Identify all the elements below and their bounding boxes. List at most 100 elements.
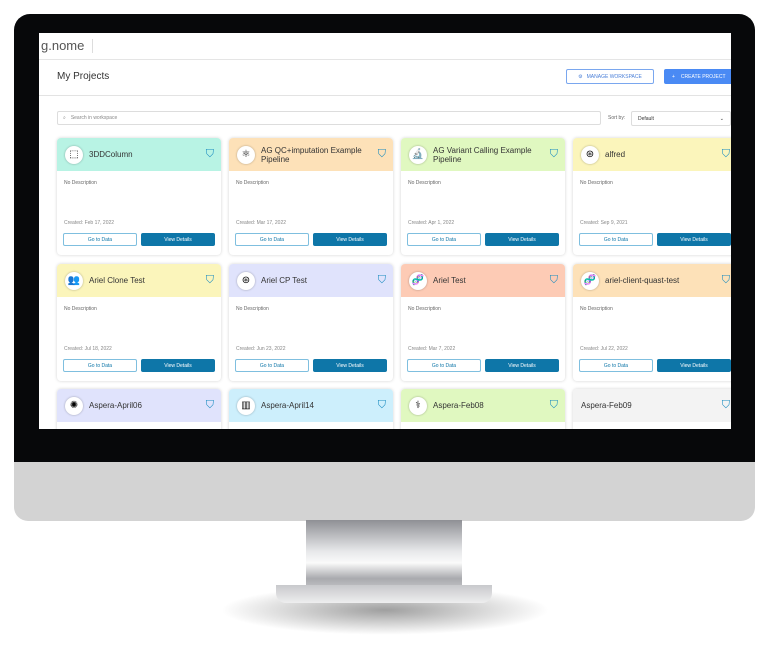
card-header: ▥ Aspera-April14 ⛉ — [229, 389, 393, 422]
view-details-button[interactable]: View Details — [657, 233, 731, 246]
created-date: Created: Jun 23, 2022 — [236, 346, 286, 352]
caduceus-icon: ⚕ — [409, 396, 427, 415]
view-details-button[interactable]: View Details — [313, 359, 387, 372]
view-details-button[interactable]: View Details — [141, 359, 215, 372]
top-bar: g.nome — [39, 33, 731, 60]
project-description: No Description — [408, 180, 441, 186]
bookmark-add-icon[interactable]: ⛉ — [206, 148, 214, 161]
project-name[interactable]: Ariel Clone Test — [89, 276, 201, 285]
project-card[interactable]: ✺ Aspera-April06 ⛉ — [57, 389, 221, 429]
go-to-data-button[interactable]: Go to Data — [407, 359, 481, 372]
project-name[interactable]: Aspera-Feb09 — [581, 401, 693, 410]
project-card[interactable]: ⚕ Aspera-Feb08 ⛉ — [401, 389, 565, 429]
bookmark-add-icon[interactable]: ⛉ — [722, 399, 730, 412]
project-card[interactable]: 🔬 AG Variant Calling Example Pipeline ⛉ No … — [401, 138, 565, 255]
dna-icon: 🧬 — [581, 271, 599, 290]
bookmark-add-icon[interactable]: ⛉ — [206, 399, 214, 412]
project-name[interactable]: AG QC+imputation Example Pipeline — [261, 146, 373, 164]
project-description: No Description — [64, 306, 97, 312]
create-project-button[interactable]: + CREATE PROJECT — [664, 69, 731, 84]
created-date: Created: Sep 9, 2021 — [580, 220, 628, 226]
view-details-button[interactable]: View Details — [141, 233, 215, 246]
project-name[interactable]: ariel-client-quast-test — [605, 276, 717, 285]
go-to-data-button[interactable]: Go to Data — [579, 359, 653, 372]
bookmark-add-icon[interactable]: ⛉ — [550, 274, 558, 287]
molecule-icon: ⚛ — [237, 145, 255, 164]
gear-icon: ⚙ — [578, 73, 583, 80]
page-title: My Projects — [57, 71, 110, 82]
bookmark-add-icon[interactable]: ⛉ — [378, 274, 386, 287]
bookmark-add-icon[interactable]: ⛉ — [722, 148, 730, 161]
plus-icon: + — [672, 73, 675, 80]
people-icon: 👥 — [65, 271, 83, 290]
card-header: 🧬 ariel-client-quast-test ⛉ — [573, 264, 731, 297]
project-name[interactable]: Aspera-April14 — [261, 401, 373, 410]
project-card[interactable]: 🧬 ariel-client-quast-test ⛉ No Description C… — [573, 264, 731, 381]
logo[interactable]: g.nome — [41, 39, 94, 53]
project-name[interactable]: Aspera-April06 — [89, 401, 201, 410]
project-description: No Description — [408, 306, 441, 312]
created-date: Created: Mar 7, 2022 — [408, 346, 456, 352]
project-card[interactable]: ⬚ 3DDColumn ⛉ No Description Created: Feb 17… — [57, 138, 221, 255]
go-to-data-button[interactable]: Go to Data — [407, 233, 481, 246]
monitor-chin — [14, 462, 755, 521]
project-card[interactable]: ▥ Aspera-April14 ⛉ — [229, 389, 393, 429]
project-card[interactable]: 👥 Ariel Clone Test ⛉ No Description Created:… — [57, 264, 221, 381]
bookmark-add-icon[interactable]: ⛉ — [550, 148, 558, 161]
project-card[interactable]: ⚛ AG QC+imputation Example Pipeline ⛉ No De… — [229, 138, 393, 255]
project-name[interactable]: alfred — [605, 150, 717, 159]
manage-workspace-button[interactable]: ⚙ MANAGE WORKSPACE — [566, 69, 654, 84]
created-date: Created: Jul 22, 2022 — [580, 346, 628, 352]
go-to-data-button[interactable]: Go to Data — [235, 359, 309, 372]
project-name[interactable]: AG Variant Calling Example Pipeline — [433, 146, 545, 164]
test-tubes-icon: ▥ — [237, 396, 255, 415]
bookmark-add-icon[interactable]: ⛉ — [378, 148, 386, 161]
project-name[interactable]: Ariel CP Test — [261, 276, 373, 285]
go-to-data-button[interactable]: Go to Data — [63, 233, 137, 246]
card-header: ⚛ AG QC+imputation Example Pipeline ⛉ — [229, 138, 393, 171]
bacteria-icon: ✺ — [65, 396, 83, 415]
search-input[interactable]: ⌕ Search in workspace — [57, 111, 601, 125]
dna-icon: 🧬 — [409, 271, 427, 290]
view-details-button[interactable]: View Details — [313, 233, 387, 246]
sort-value: Default — [638, 115, 654, 122]
card-header: ⊛ alfred ⛉ — [573, 138, 731, 171]
project-name[interactable]: 3DDColumn — [89, 150, 201, 159]
card-header: 👥 Ariel Clone Test ⛉ — [57, 264, 221, 297]
card-header: ⚕ Aspera-Feb08 ⛉ — [401, 389, 565, 422]
created-date: Created: Mar 17, 2022 — [236, 220, 287, 226]
view-details-button[interactable]: View Details — [485, 359, 559, 372]
project-name[interactable]: Ariel Test — [433, 276, 545, 285]
project-description: No Description — [580, 306, 613, 312]
go-to-data-button[interactable]: Go to Data — [63, 359, 137, 372]
title-bar: My Projects ⚙ MANAGE WORKSPACE + CREATE … — [39, 61, 731, 96]
virus-search-icon: ⊛ — [581, 145, 599, 164]
go-to-data-button[interactable]: Go to Data — [235, 233, 309, 246]
bookmark-add-icon[interactable]: ⛉ — [206, 274, 214, 287]
card-header: 🔬 AG Variant Calling Example Pipeline ⛉ — [401, 138, 565, 171]
bookmark-add-icon[interactable]: ⛉ — [378, 399, 386, 412]
card-header: 🧬 Ariel Test ⛉ — [401, 264, 565, 297]
monitor-stand-base — [276, 585, 492, 603]
bookmark-add-icon[interactable]: ⛉ — [550, 399, 558, 412]
project-card[interactable]: ⊛ Ariel CP Test ⛉ No Description Created: Ju… — [229, 264, 393, 381]
go-to-data-button[interactable]: Go to Data — [579, 233, 653, 246]
project-description: No Description — [236, 306, 269, 312]
project-card[interactable]: ⊛ alfred ⛉ No Description Created: Sep 9, 20… — [573, 138, 731, 255]
project-description: No Description — [64, 180, 97, 186]
created-date: Created: Feb 17, 2022 — [64, 220, 115, 226]
view-details-button[interactable]: View Details — [485, 233, 559, 246]
view-details-button[interactable]: View Details — [657, 359, 731, 372]
project-card[interactable]: 🧬 Ariel Test ⛉ No Description Created: Mar 7… — [401, 264, 565, 381]
card-header: ✺ Aspera-April06 ⛉ — [57, 389, 221, 422]
sort-select[interactable]: Default ⌄ — [631, 111, 731, 126]
search-placeholder: Search in workspace — [70, 115, 118, 121]
bookmark-add-icon[interactable]: ⛉ — [722, 274, 730, 287]
column-icon: ⬚ — [65, 145, 83, 164]
virus-search-icon: ⊛ — [237, 271, 255, 290]
screen: g.nome My Projects ⚙ MANAGE WORKSPACE + … — [39, 33, 731, 429]
create-project-label: CREATE PROJECT — [680, 73, 726, 80]
project-card[interactable]: Aspera-Feb09 ⛉ — [573, 389, 731, 429]
created-date: Created: Apr 1, 2022 — [408, 220, 455, 226]
project-name[interactable]: Aspera-Feb08 — [433, 401, 545, 410]
